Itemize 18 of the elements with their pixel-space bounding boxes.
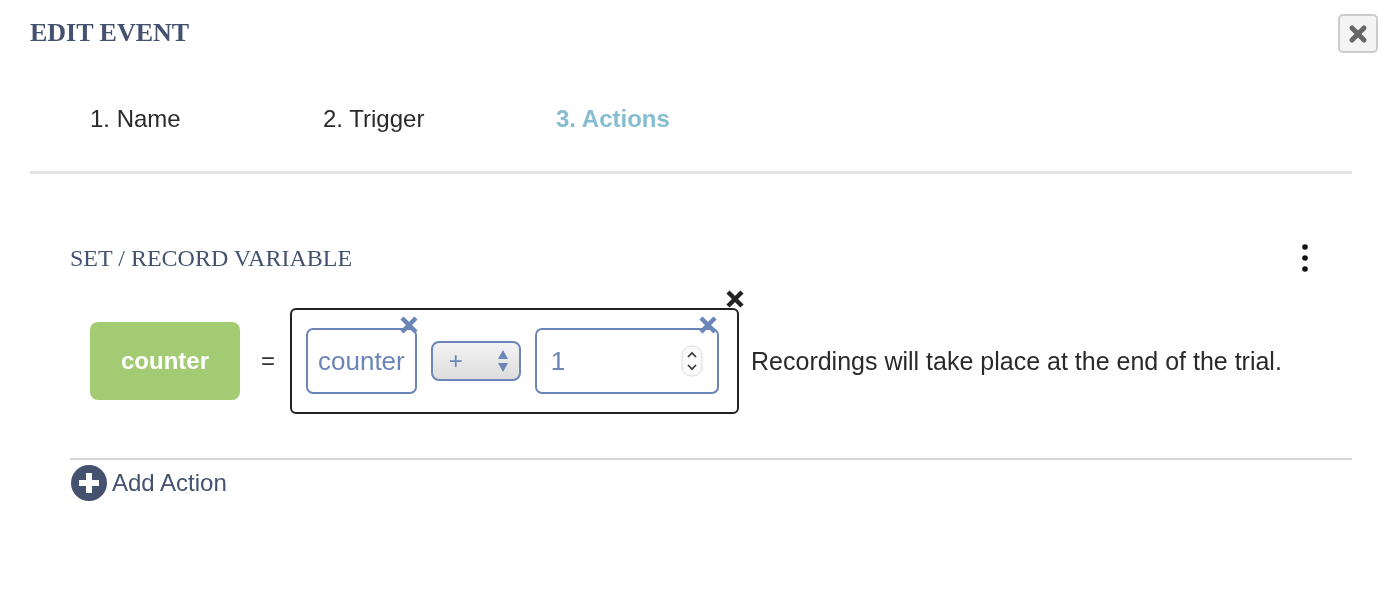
number-field[interactable]: 1 <box>534 328 719 394</box>
close-button[interactable] <box>1338 14 1378 53</box>
tab[interactable]: 2. Trigger <box>323 105 556 133</box>
tab[interactable]: 1. Name <box>90 105 323 133</box>
up-down-arrows-icon <box>496 349 509 373</box>
operand-field[interactable]: counter <box>306 328 417 394</box>
remove-icon[interactable] <box>724 288 746 310</box>
equals-sign: = <box>261 347 275 375</box>
add-action-link[interactable]: Add Action <box>112 469 227 497</box>
more-options-icon[interactable] <box>1302 244 1308 272</box>
tab[interactable]: 3. Actions <box>556 105 789 133</box>
add-icon[interactable] <box>70 464 108 502</box>
dialog-title: EDIT EVENT <box>30 18 190 48</box>
section-title: SET / RECORD VARIABLE <box>70 244 353 272</box>
operator-select[interactable]: + <box>430 341 521 381</box>
spinner-icon[interactable] <box>680 345 703 377</box>
note-text: Recordings will take place at the end of the trial. <box>751 346 1282 376</box>
close-icon <box>1348 23 1368 44</box>
